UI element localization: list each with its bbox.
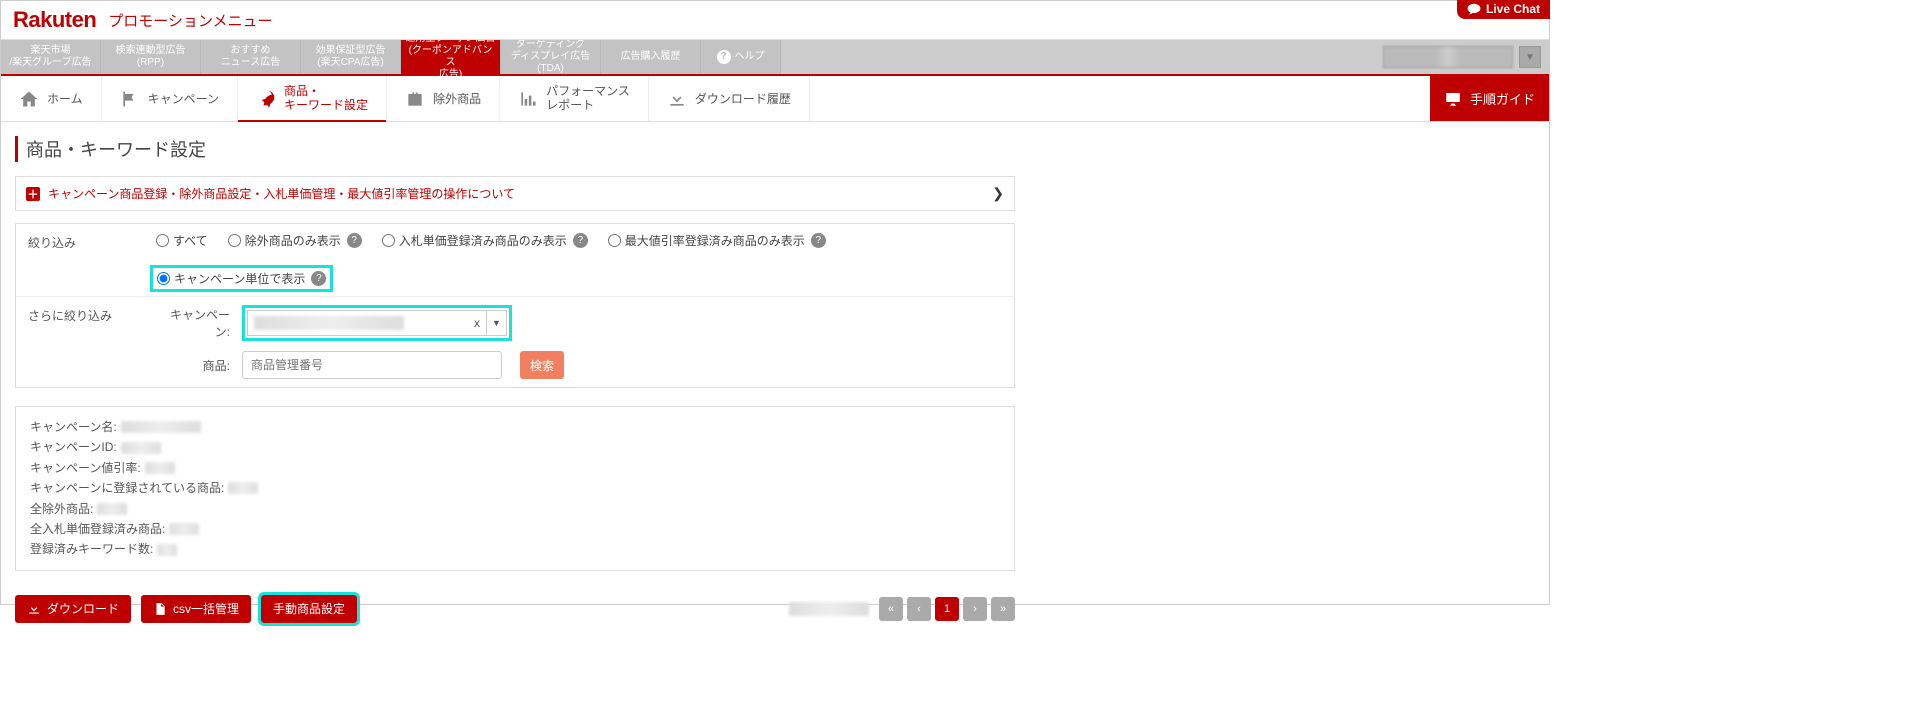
page-last[interactable]: » bbox=[991, 597, 1015, 621]
subnav-excluded[interactable]: 除外商品 bbox=[387, 76, 500, 121]
radio-bid-input[interactable] bbox=[382, 234, 395, 247]
help-icon[interactable]: ? bbox=[347, 233, 362, 248]
topnav-item-1[interactable]: 検索連動型広告 (RPP) bbox=[101, 40, 201, 74]
guide-button[interactable]: 手順ガイド bbox=[1430, 76, 1549, 121]
subnav-report[interactable]: パフォーマンス レポート bbox=[500, 76, 649, 121]
filter-label-2: さらに絞り込み bbox=[16, 297, 146, 334]
subnav-keyword[interactable]: 商品・ キーワード設定 bbox=[238, 76, 387, 121]
topnav-item-6[interactable]: 広告購入履歴 bbox=[601, 40, 701, 74]
top-nav: 楽天市場 /楽天グループ広告 検索連動型広告 (RPP) おすすめ ニュース広告… bbox=[1, 40, 1549, 76]
chat-icon bbox=[1467, 3, 1481, 15]
page-1[interactable]: 1 bbox=[935, 597, 959, 621]
user-caret-icon[interactable]: ▼ bbox=[1519, 46, 1541, 68]
live-chat-button[interactable]: Live Chat bbox=[1457, 0, 1550, 19]
sub-nav: ホーム キャンペーン 商品・ キーワード設定 除外商品 パフォーマンス レポート… bbox=[1, 76, 1549, 122]
csv-button[interactable]: csv一括管理 bbox=[141, 595, 251, 623]
radio-campaign-input[interactable] bbox=[157, 272, 170, 285]
chart-icon bbox=[518, 89, 538, 109]
campaign-combobox[interactable]: x bbox=[247, 310, 487, 336]
campaign-info-box: キャンペーン名: キャンペーンID: キャンペーン値引率: キャンペーンに登録さ… bbox=[15, 406, 1015, 571]
subnav-history[interactable]: ダウンロード履歴 bbox=[649, 76, 810, 121]
radio-bid[interactable]: 入札単価登録済み商品のみ表示 ? bbox=[382, 232, 588, 249]
radio-excluded[interactable]: 除外商品のみ表示 ? bbox=[228, 232, 362, 249]
redacted bbox=[169, 523, 199, 535]
download-icon bbox=[27, 602, 41, 616]
help-icon[interactable]: ? bbox=[311, 271, 326, 286]
redacted bbox=[145, 462, 175, 474]
topnav-user: ▼ bbox=[1383, 40, 1549, 74]
topnav-item-3[interactable]: 効果保証型広告 (楽天CPA広告) bbox=[301, 40, 401, 74]
header: Rakuten プロモーションメニュー Live Chat bbox=[1, 1, 1549, 40]
combo-clear-icon[interactable]: x bbox=[468, 316, 486, 330]
topnav-item-4[interactable]: 運用型クーポン広告 (クーポンアドバンス 広告) bbox=[401, 40, 501, 74]
radio-excluded-input[interactable] bbox=[228, 234, 241, 247]
presentation-icon bbox=[1444, 90, 1462, 108]
logo: Rakuten bbox=[13, 7, 96, 33]
filter-label-1: 絞り込み bbox=[16, 224, 146, 261]
help-icon[interactable]: ? bbox=[811, 233, 826, 248]
filter-panel: 絞り込み すべて 除外商品のみ表示 ? 入札単価登録済み商品のみ表示 ? bbox=[15, 223, 1015, 388]
home-icon bbox=[19, 89, 39, 109]
radio-all-input[interactable] bbox=[156, 234, 169, 247]
page-prev[interactable]: ‹ bbox=[907, 597, 931, 621]
page-first[interactable]: « bbox=[879, 597, 903, 621]
briefcase-icon bbox=[405, 89, 425, 109]
flag-icon bbox=[120, 89, 140, 109]
radio-discount-input[interactable] bbox=[608, 234, 621, 247]
topnav-item-help[interactable]: ? ヘルプ bbox=[701, 40, 781, 74]
product-label: 商品: bbox=[156, 357, 230, 374]
campaign-label: キャンペーン: bbox=[156, 306, 230, 340]
pagination: « ‹ 1 › » bbox=[789, 597, 1015, 621]
action-bar: ダウンロード csv一括管理 手動商品設定 « ‹ 1 › » bbox=[15, 595, 1015, 623]
combo-value-redacted bbox=[254, 316, 404, 330]
download-button[interactable]: ダウンロード bbox=[15, 595, 131, 623]
topnav-item-2[interactable]: おすすめ ニュース広告 bbox=[201, 40, 301, 74]
page-title: 商品・キーワード設定 bbox=[15, 136, 1535, 162]
redacted bbox=[157, 544, 177, 556]
radio-discount[interactable]: 最大値引率登録済み商品のみ表示 ? bbox=[608, 232, 826, 249]
topnav-item-0[interactable]: 楽天市場 /楽天グループ広告 bbox=[1, 40, 101, 74]
redacted bbox=[121, 442, 161, 454]
topnav-item-5[interactable]: ターゲティング ディスプレイ広告 (TDA) bbox=[501, 40, 601, 74]
highlight-radio-campaign: キャンペーン単位で表示 ? bbox=[150, 265, 333, 292]
help-icon[interactable]: ? bbox=[573, 233, 588, 248]
page-next[interactable]: › bbox=[963, 597, 987, 621]
subnav-home[interactable]: ホーム bbox=[1, 76, 102, 121]
search-button[interactable]: 検索 bbox=[520, 351, 564, 379]
radio-all[interactable]: すべて bbox=[156, 232, 208, 249]
subnav-campaign[interactable]: キャンペーン bbox=[102, 76, 238, 121]
radio-campaign[interactable]: キャンペーン単位で表示 ? bbox=[157, 270, 326, 287]
live-chat-label: Live Chat bbox=[1486, 2, 1540, 16]
accordion-label: キャンペーン商品登録・除外商品設定・入札単価管理・最大値引率管理の操作について bbox=[48, 185, 515, 202]
redacted bbox=[97, 503, 127, 515]
highlight-campaign-combo: x ▼ bbox=[242, 305, 512, 341]
plus-icon: ＋ bbox=[26, 187, 40, 201]
help-icon: ? bbox=[717, 50, 731, 64]
manual-product-button[interactable]: 手動商品設定 bbox=[261, 595, 357, 623]
rocket-icon bbox=[256, 89, 276, 109]
redacted bbox=[228, 482, 258, 494]
combo-caret-icon[interactable]: ▼ bbox=[487, 310, 507, 336]
user-dropdown[interactable] bbox=[1383, 46, 1513, 68]
chevron-right-icon: ❯ bbox=[992, 185, 1004, 202]
file-icon bbox=[153, 602, 167, 616]
redacted bbox=[121, 421, 201, 433]
product-search-input[interactable] bbox=[242, 351, 502, 379]
header-title: プロモーションメニュー bbox=[108, 10, 272, 31]
download-icon bbox=[667, 89, 687, 109]
main: 商品・キーワード設定 ＋ キャンペーン商品登録・除外商品設定・入札単価管理・最大… bbox=[1, 122, 1549, 623]
accordion-instructions[interactable]: ＋ キャンペーン商品登録・除外商品設定・入札単価管理・最大値引率管理の操作につい… bbox=[15, 176, 1015, 211]
pagination-info-redacted bbox=[789, 602, 869, 616]
